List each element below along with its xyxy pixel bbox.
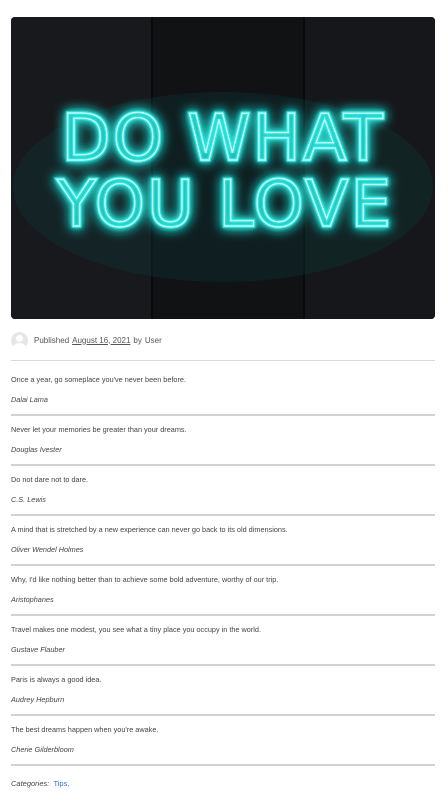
blog-post-page: DO WHAT YOU LOVE DO WHAT YOU LOVE Publis… — [0, 0, 448, 805]
neon-line-2-core: YOU LOVE — [56, 168, 393, 242]
neon-line-1-core: DO WHAT — [61, 102, 384, 176]
quote-text: Why, I'd like nothing better than to ach… — [11, 575, 279, 584]
category-link-tips[interactable]: Tips — [53, 779, 67, 788]
quote-author: Aristophanes — [11, 595, 54, 604]
neon-sign-image: DO WHAT YOU LOVE DO WHAT YOU LOVE — [11, 17, 435, 319]
quote-text: Do not dare not to dare. — [11, 475, 89, 484]
quote-author: Oliver Wendel Holmes — [11, 545, 84, 554]
quote-author: Cherie Gilderbloom — [11, 745, 74, 754]
quote-author: Douglas Ivester — [11, 445, 62, 454]
quote-divider — [11, 514, 435, 516]
avatar-body-shape — [13, 342, 26, 349]
post-meta: Published August 16, 2021 by User — [11, 331, 162, 349]
post-date-link[interactable]: August 16, 2021 — [72, 336, 130, 345]
quote-text: The best dreams happen when you're awake… — [11, 725, 159, 734]
quote-item: Do not dare not to dare. C.S. Lewis — [11, 470, 435, 520]
quote-item: A mind that is stretched by a new experi… — [11, 520, 435, 570]
post-categories: Categories: Tips, — [11, 779, 69, 788]
post-author-link[interactable]: User — [145, 336, 162, 345]
quote-divider — [11, 664, 435, 666]
quote-item: Once a year, go someplace you've never b… — [11, 370, 435, 420]
quote-author: Dalai Lama — [11, 395, 48, 404]
quote-item: Why, I'd like nothing better than to ach… — [11, 570, 435, 620]
categories-label: Categories: — [11, 779, 50, 788]
avatar-head-shape — [16, 334, 23, 342]
quote-text: Travel makes one modest, you see what a … — [11, 625, 261, 634]
quote-item: Paris is always a good idea. Audrey Hepb… — [11, 670, 435, 720]
quote-list: Once a year, go someplace you've never b… — [11, 370, 435, 770]
divider — [11, 360, 435, 361]
quote-divider — [11, 464, 435, 466]
quote-divider — [11, 714, 435, 716]
quote-text: Never let your memories be greater than … — [11, 425, 187, 434]
published-label: Published — [34, 335, 70, 345]
quote-item: Travel makes one modest, you see what a … — [11, 620, 435, 670]
quote-divider — [11, 564, 435, 566]
quote-divider — [11, 614, 435, 616]
quote-item: Never let your memories be greater than … — [11, 420, 435, 470]
quote-text: A mind that is stretched by a new experi… — [11, 525, 288, 534]
avatar[interactable] — [11, 331, 28, 349]
quote-author: C.S. Lewis — [11, 495, 46, 504]
by-label: by — [133, 335, 142, 345]
quote-divider — [11, 764, 435, 766]
quote-item: The best dreams happen when you're awake… — [11, 720, 435, 770]
featured-image: DO WHAT YOU LOVE DO WHAT YOU LOVE — [11, 17, 435, 319]
category-separator: , — [67, 779, 70, 788]
quote-author: Gustave Flauber — [11, 645, 65, 654]
quote-author: Audrey Hepburn — [11, 695, 65, 704]
quote-text: Once a year, go someplace you've never b… — [11, 375, 187, 384]
quote-text: Paris is always a good idea. — [11, 675, 102, 684]
quote-divider — [11, 414, 435, 416]
